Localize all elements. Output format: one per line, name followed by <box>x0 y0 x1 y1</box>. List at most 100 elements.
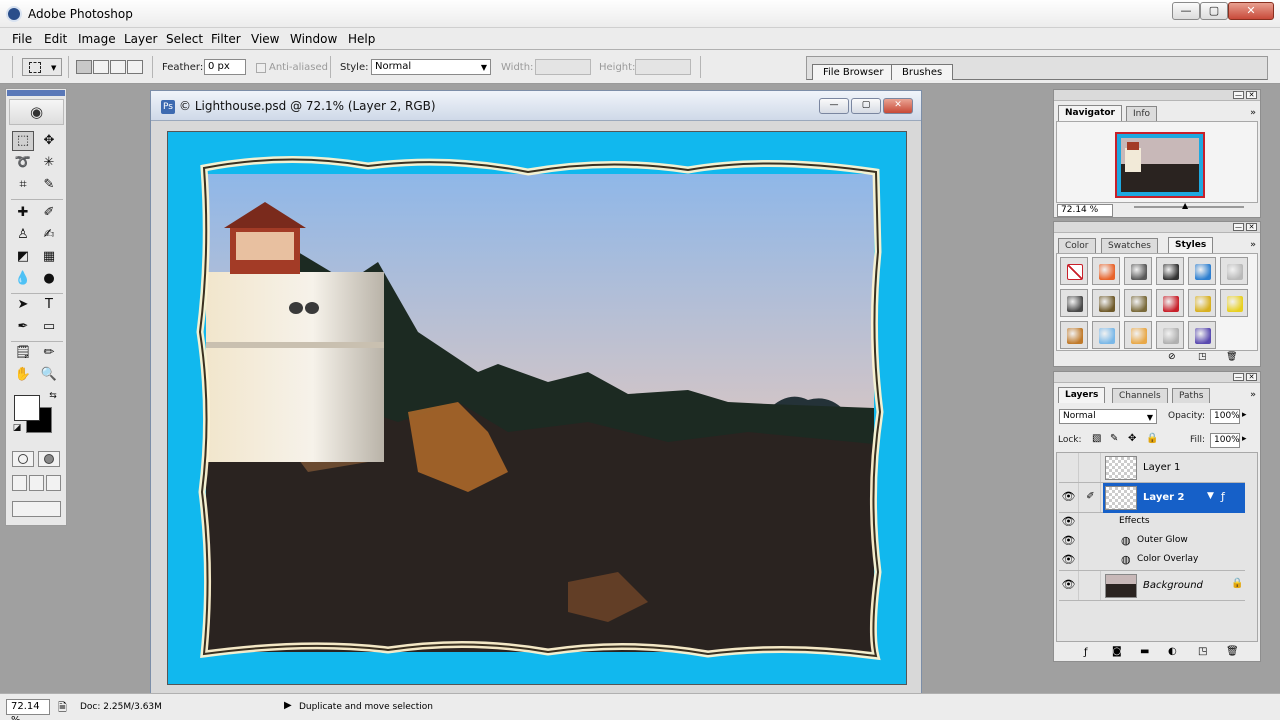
brush-icon[interactable]: ✐ <box>1081 483 1101 512</box>
panel-close-icon[interactable]: ✕ <box>1246 91 1257 99</box>
blend-mode-select[interactable]: Normal ▼ <box>1059 409 1157 424</box>
adjustment-layer-icon[interactable]: ◐ <box>1168 646 1177 657</box>
eyedropper-tool-icon[interactable]: ✏ <box>38 343 60 363</box>
trash-icon[interactable]: 🗑 <box>1226 352 1237 362</box>
tab-styles[interactable]: Styles <box>1168 237 1214 253</box>
height-input[interactable] <box>635 59 691 75</box>
lock-transparency-icon[interactable]: ▧ <box>1092 433 1101 444</box>
style-swatch[interactable] <box>1124 321 1152 349</box>
opacity-input[interactable]: 100% <box>1210 409 1240 424</box>
hand-tool-icon[interactable]: ✋ <box>12 365 34 385</box>
panel-menu-icon[interactable]: » <box>1250 390 1256 400</box>
new-set-icon[interactable]: ▬ <box>1140 646 1149 657</box>
style-swatch[interactable] <box>1188 257 1216 285</box>
lock-position-icon[interactable]: ✥ <box>1128 433 1136 444</box>
magic-wand-tool-icon[interactable]: ✳ <box>38 153 60 173</box>
style-swatch[interactable] <box>1188 321 1216 349</box>
doc-close-button[interactable]: ✕ <box>883 98 913 114</box>
style-swatch[interactable] <box>1156 321 1184 349</box>
style-swatch[interactable] <box>1060 321 1088 349</box>
document-titlebar[interactable]: Ps © Lighthouse.psd @ 72.1% (Layer 2, RG… <box>151 91 921 121</box>
tab-navigator[interactable]: Navigator <box>1058 105 1122 121</box>
close-button[interactable]: ✕ <box>1228 2 1274 20</box>
effects-row[interactable]: 👁 Effects <box>1059 513 1245 532</box>
style-swatch[interactable] <box>1188 289 1216 317</box>
status-arrow-icon[interactable]: ▶ <box>284 700 292 711</box>
add-to-selection-button[interactable] <box>93 60 109 74</box>
panel-minimize-icon[interactable]: — <box>1233 91 1244 99</box>
anti-aliased-checkbox[interactable] <box>256 63 266 73</box>
opacity-arrow-icon[interactable]: ▸ <box>1242 410 1247 420</box>
rect-marquee-tool-icon[interactable]: ⬚ <box>12 131 34 151</box>
panel-menu-icon[interactable]: » <box>1250 108 1256 118</box>
navigator-zoom-slider[interactable] <box>1134 206 1244 208</box>
slice-tool-icon[interactable]: ✎ <box>38 175 60 195</box>
tab-swatches[interactable]: Swatches <box>1101 238 1158 253</box>
effect-row[interactable]: 👁 ◍ Color Overlay <box>1059 551 1245 571</box>
lock-image-icon[interactable]: ✎ <box>1110 433 1118 444</box>
tab-channels[interactable]: Channels <box>1112 388 1168 403</box>
link-toggle[interactable] <box>1081 571 1101 600</box>
status-zoom-input[interactable]: 72.14 % <box>6 699 50 720</box>
style-swatch[interactable] <box>1156 257 1184 285</box>
foreground-color-swatch[interactable] <box>14 395 40 421</box>
eye-icon[interactable]: 👁 <box>1059 571 1079 600</box>
eye-icon[interactable]: 👁 <box>1059 532 1079 551</box>
brush-tool-icon[interactable]: ✐ <box>38 203 60 223</box>
blur-tool-icon[interactable]: 💧 <box>12 269 34 289</box>
style-swatch[interactable] <box>1060 289 1088 317</box>
pen-tool-icon[interactable]: ✒ <box>12 317 34 337</box>
fill-input[interactable]: 100% <box>1210 433 1240 448</box>
panel-grip[interactable]: — ✕ <box>1054 372 1260 383</box>
style-swatch[interactable] <box>1220 257 1248 285</box>
path-selection-tool-icon[interactable]: ➤ <box>12 295 34 315</box>
notes-tool-icon[interactable]: 🗒 <box>12 343 34 363</box>
eye-icon[interactable]: 👁 <box>1059 551 1079 570</box>
crop-tool-icon[interactable]: ⌗ <box>12 175 34 195</box>
style-swatch[interactable] <box>1060 257 1088 285</box>
move-tool-icon[interactable]: ✥ <box>38 131 60 151</box>
tab-color[interactable]: Color <box>1058 238 1096 253</box>
layer-effects-icon[interactable]: ƒ <box>1221 490 1225 503</box>
navigator-zoom-input[interactable]: 72.14 % <box>1057 204 1113 217</box>
quick-mask-mode-button[interactable] <box>38 451 60 467</box>
style-select[interactable]: Normal ▼ <box>371 59 491 75</box>
minimize-button[interactable]: — <box>1172 2 1200 20</box>
menu-file[interactable]: File <box>12 32 32 46</box>
menu-layer[interactable]: Layer <box>124 32 157 46</box>
dodge-tool-icon[interactable]: ● <box>38 269 60 289</box>
clone-stamp-tool-icon[interactable]: ♙ <box>12 225 34 245</box>
standard-screen-mode-button[interactable] <box>12 475 27 491</box>
zoom-tool-icon[interactable]: 🔍 <box>38 365 60 385</box>
subtract-from-selection-button[interactable] <box>110 60 126 74</box>
panel-close-icon[interactable]: ✕ <box>1246 373 1257 381</box>
style-swatch[interactable] <box>1092 321 1120 349</box>
style-swatch[interactable] <box>1156 289 1184 317</box>
style-swatch[interactable] <box>1220 289 1248 317</box>
layer-style-icon[interactable]: ƒ <box>1084 647 1088 658</box>
type-tool-icon[interactable]: T <box>38 295 60 315</box>
gradient-tool-icon[interactable]: ▦ <box>38 247 60 267</box>
doc-maximize-button[interactable]: ▢ <box>851 98 881 114</box>
tab-layers[interactable]: Layers <box>1058 387 1106 403</box>
tool-preset-picker[interactable]: ▼ <box>22 58 62 76</box>
panel-close-icon[interactable]: ✕ <box>1246 223 1257 231</box>
menu-view[interactable]: View <box>251 32 279 46</box>
panel-minimize-icon[interactable]: — <box>1233 223 1244 231</box>
menu-window[interactable]: Window <box>290 32 337 46</box>
doc-minimize-button[interactable]: — <box>819 98 849 114</box>
full-screen-mode-button[interactable] <box>46 475 61 491</box>
trash-icon[interactable]: 🗑 <box>1226 646 1239 657</box>
healing-brush-tool-icon[interactable]: ✚ <box>12 203 34 223</box>
menu-help[interactable]: Help <box>348 32 375 46</box>
history-brush-tool-icon[interactable]: ✍ <box>38 225 60 245</box>
panel-minimize-icon[interactable]: — <box>1233 373 1244 381</box>
clear-style-icon[interactable]: ⊘ <box>1168 352 1176 362</box>
jump-to-imageready-button[interactable] <box>12 501 61 517</box>
eye-icon[interactable]: 👁 <box>1059 483 1079 512</box>
layer-row-selected[interactable]: 👁 ✐ Layer 2 ▼ ƒ <box>1059 483 1245 513</box>
menu-select[interactable]: Select <box>166 32 203 46</box>
image-canvas[interactable] <box>167 131 907 685</box>
tab-info[interactable]: Info <box>1126 106 1158 121</box>
default-colors-icon[interactable]: ◪ <box>10 421 24 435</box>
